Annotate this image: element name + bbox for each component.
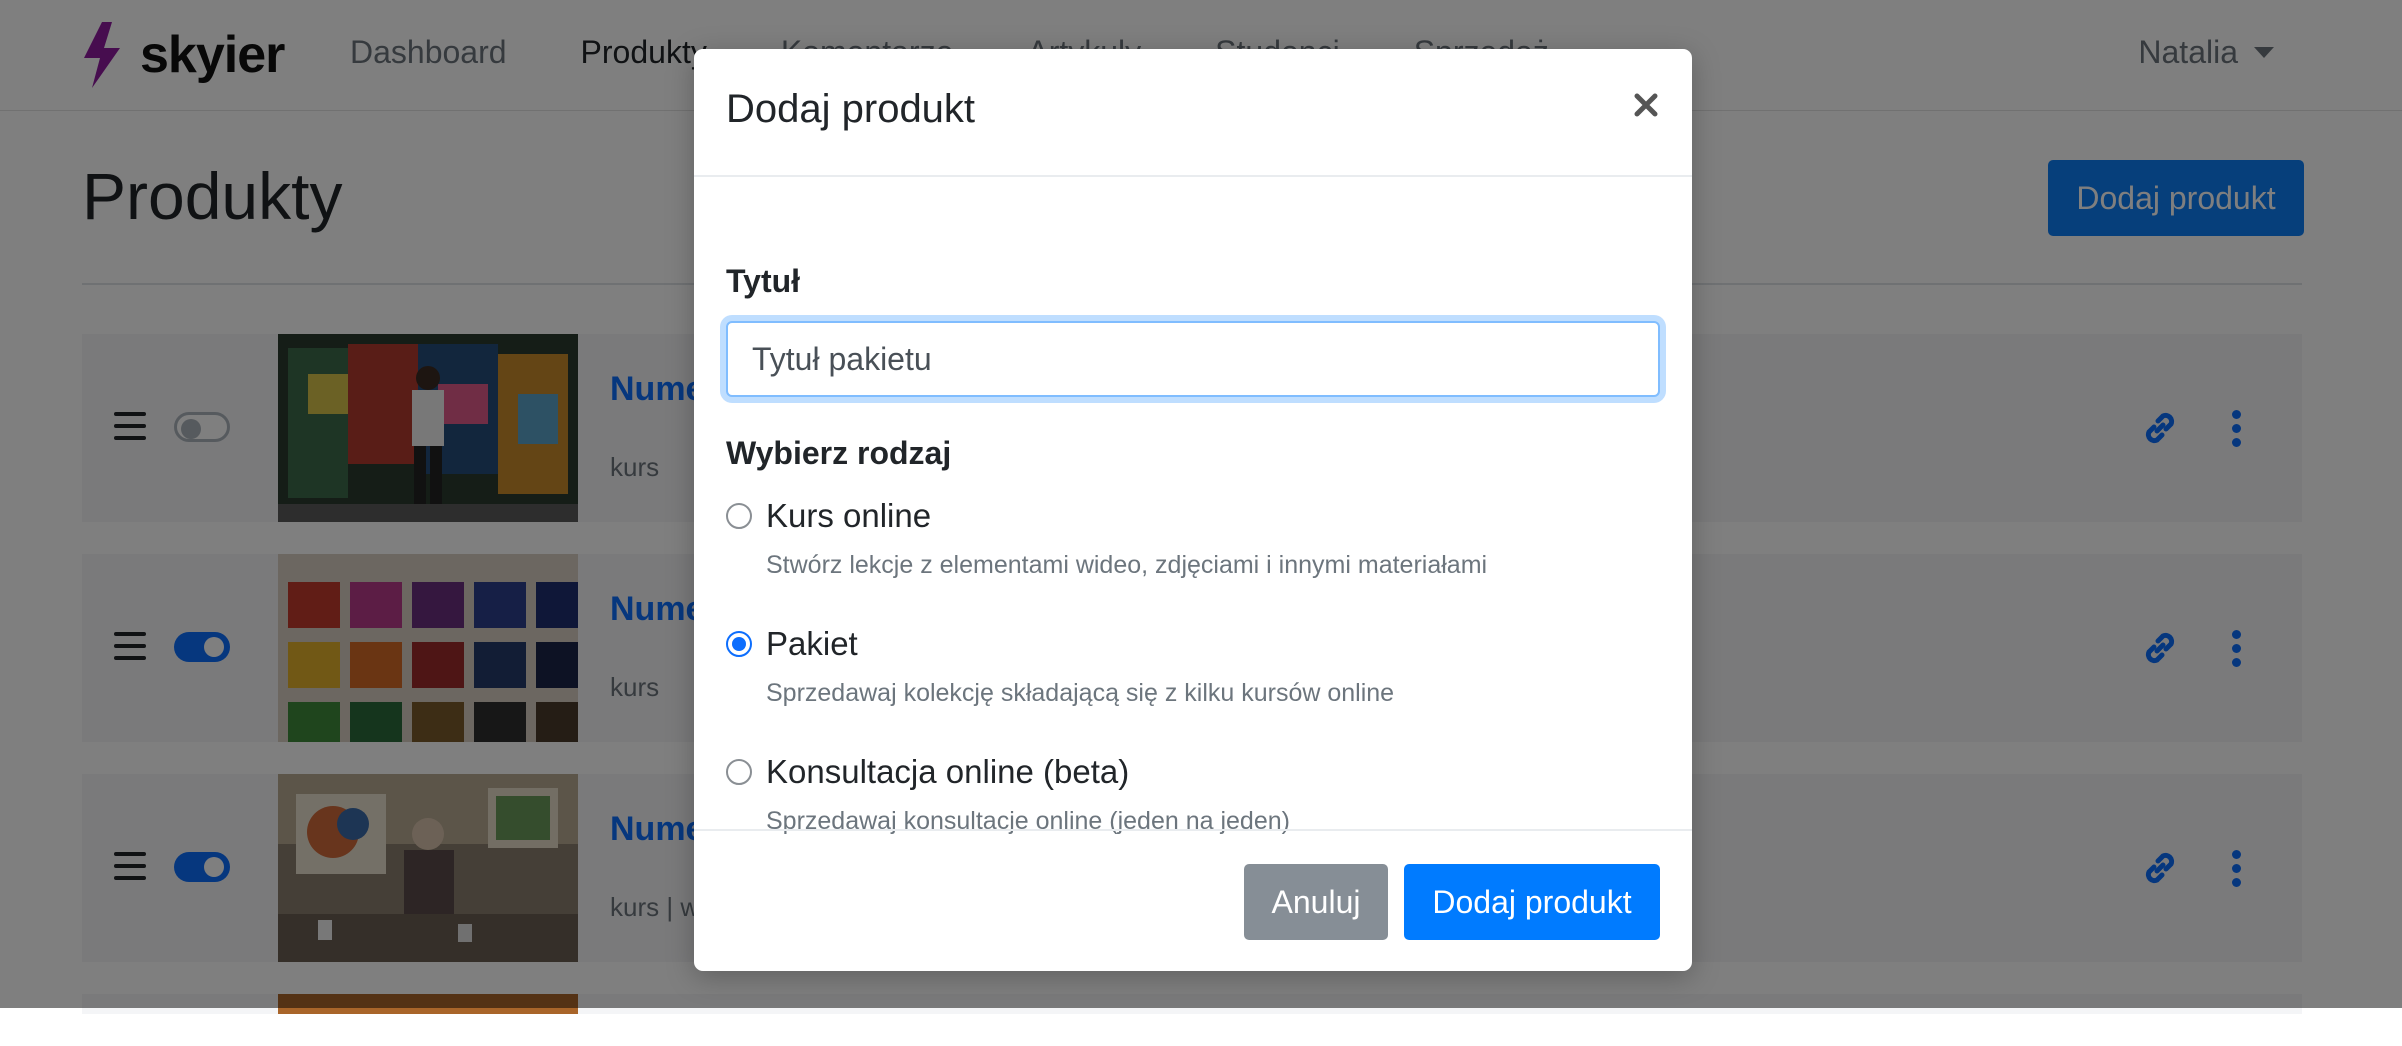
cancel-button[interactable]: Anuluj <box>1244 864 1388 940</box>
option-label[interactable]: Konsultacja online (beta) <box>766 753 1129 791</box>
radio-pakiet[interactable] <box>726 631 752 657</box>
option-label[interactable]: Kurs online <box>766 497 931 535</box>
close-icon <box>1634 93 1658 117</box>
modal-title: Dodaj produkt <box>726 87 976 131</box>
option-label[interactable]: Pakiet <box>766 625 858 663</box>
option-description: Stwórz lekcje z elementami wideo, zdjęci… <box>766 551 1488 579</box>
close-button[interactable] <box>1626 85 1666 125</box>
option-description: Sprzedawaj kolekcję składającą się z kil… <box>766 679 1395 707</box>
add-product-modal: Dodaj produkt Tytuł Wybierz rodzaj Kurs … <box>694 49 1692 971</box>
modal-footer: Anuluj Dodaj produkt <box>694 829 1692 973</box>
title-label: Tytuł <box>726 263 801 299</box>
type-label: Wybierz rodzaj <box>726 435 952 471</box>
radio-konsultacja[interactable] <box>726 759 752 785</box>
radio-kurs-online[interactable] <box>726 503 752 529</box>
submit-add-product-button[interactable]: Dodaj produkt <box>1404 864 1660 940</box>
title-input[interactable] <box>726 321 1660 397</box>
modal-header: Dodaj produkt <box>694 49 1692 177</box>
